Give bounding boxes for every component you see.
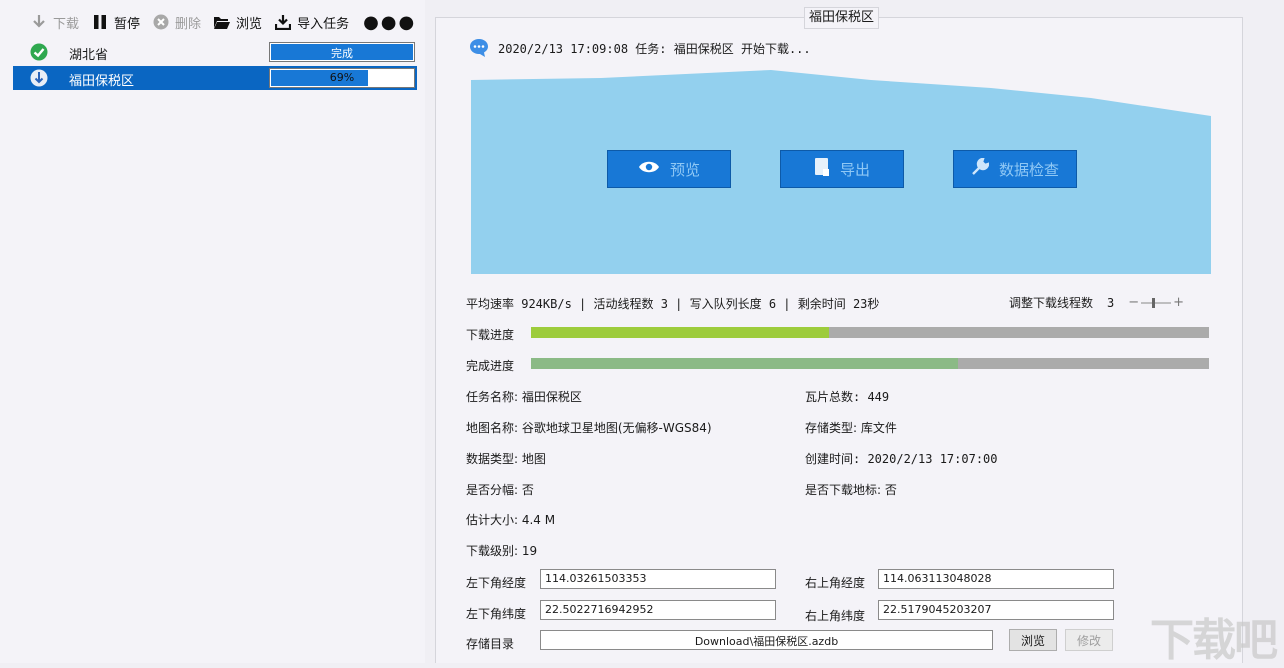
complete-progress-fill [531,358,959,369]
downloading-icon [30,69,48,87]
task-detail-panel: 福田保税区 2020/2/13 17:09:08 任务: 福田保税区 开始下载.… [435,7,1243,663]
task-progress-bar: 完成 [269,42,415,62]
dir-label: 存储目录 [466,637,515,651]
thread-slider[interactable]: − + [1128,295,1184,310]
thread-value: 3 [1107,295,1115,310]
speed-stats: 平均速率 924KB/s | 活动线程数 3 | 写入队列长度 6 | 剩余时间… [466,297,880,311]
download-progress-fill [531,327,830,338]
folder-open-icon [213,13,231,31]
complete-progress-label: 完成进度 [466,359,515,373]
size-info: 估计大小: 4.4 M [466,513,556,527]
map-name-info: 地图名称: 谷歌地球卫星地图(无偏移-WGS84) [466,421,712,435]
storage-type-info: 存储类型: 库文件 [805,421,897,435]
toolbar: 下载 暂停 删除 浏览 导入任务 ●●● [30,10,416,34]
ll-lon-label: 左下角经度 [466,576,527,590]
ll-lat-label: 左下角纬度 [466,607,527,621]
task-progress-bar: 69% [269,68,415,88]
thread-control: 调整下载线程数 3 − + [1009,294,1184,311]
split-info: 是否分幅: 否 [466,483,534,497]
task-name: 福田保税区 [69,74,135,89]
data-check-button[interactable]: 数据检查 [953,150,1077,188]
task-progress-text: 完成 [331,47,353,60]
check-circle-icon [30,43,48,61]
wrench-icon [971,157,990,180]
download-button[interactable]: 下载 [30,13,79,32]
thread-label: 调整下载线程数 [1009,296,1094,310]
download-progress-bar [531,327,1209,338]
task-row-hubei[interactable]: 湖北省 完成 [13,40,417,64]
pause-icon [91,13,109,31]
download-progress-label: 下载进度 [466,328,515,342]
import-task-button[interactable]: 导入任务 [274,13,349,32]
task-name-info: 任务名称: 福田保税区 [466,390,582,404]
panel-title: 福田保税区 [804,7,880,29]
browse-button[interactable]: 浏览 [213,13,262,32]
eye-icon [638,160,660,178]
complete-progress-bar [531,358,1209,369]
task-row-futian[interactable]: 福田保税区 69% [13,66,417,90]
export-document-icon [814,157,830,181]
ll-lon-field[interactable]: 114.03261503353 [540,569,776,589]
minus-icon[interactable]: − [1128,295,1139,310]
dir-modify-button[interactable]: 修改 [1065,629,1113,651]
delete-button[interactable]: 删除 [152,13,201,32]
chat-bubble-icon [468,37,490,59]
landmark-info: 是否下载地标: 否 [805,483,897,497]
preview-button[interactable]: 预览 [607,150,731,188]
message-text: 2020/2/13 17:09:08 任务: 福田保税区 开始下载... [498,41,811,56]
data-type-info: 数据类型: 地图 [466,452,546,466]
ur-lon-label: 右上角经度 [805,576,866,590]
download-arrow-icon [30,13,48,31]
storage-dir-field[interactable]: Download\福田保税区.azdb [540,630,993,650]
pause-button[interactable]: 暂停 [91,13,140,32]
ur-lat-field[interactable]: 22.5179045203207 [878,600,1114,620]
action-banner: 预览 导出 数据检查 [471,68,1211,276]
ll-lat-field[interactable]: 22.5022716942952 [540,600,776,620]
ur-lat-label: 右上角纬度 [805,609,866,623]
more-button[interactable]: ●●● [363,12,416,33]
task-progress-text: 69% [329,71,355,84]
ur-lon-field[interactable]: 114.063113048028 [878,569,1114,589]
slider-track-icon[interactable] [1141,297,1172,308]
export-button[interactable]: 导出 [780,150,904,188]
created-time-info: 创建时间: 2020/2/13 17:07:00 [805,452,998,466]
watermark-logo: 下载吧 [1150,615,1278,666]
plus-icon[interactable]: + [1173,295,1184,310]
status-message: 2020/2/13 17:09:08 任务: 福田保税区 开始下载... [468,37,811,59]
import-tray-icon [274,13,292,31]
dir-browse-button[interactable]: 浏览 [1009,629,1057,651]
level-info: 下载级别: 19 [466,544,538,558]
delete-x-icon [152,13,170,31]
task-name: 湖北省 [69,48,109,63]
task-list-panel: 下载 暂停 删除 浏览 导入任务 ●●● 湖北省 完成 福田保税区 69% [0,0,425,663]
tile-total-info: 瓦片总数: 449 [805,390,890,404]
